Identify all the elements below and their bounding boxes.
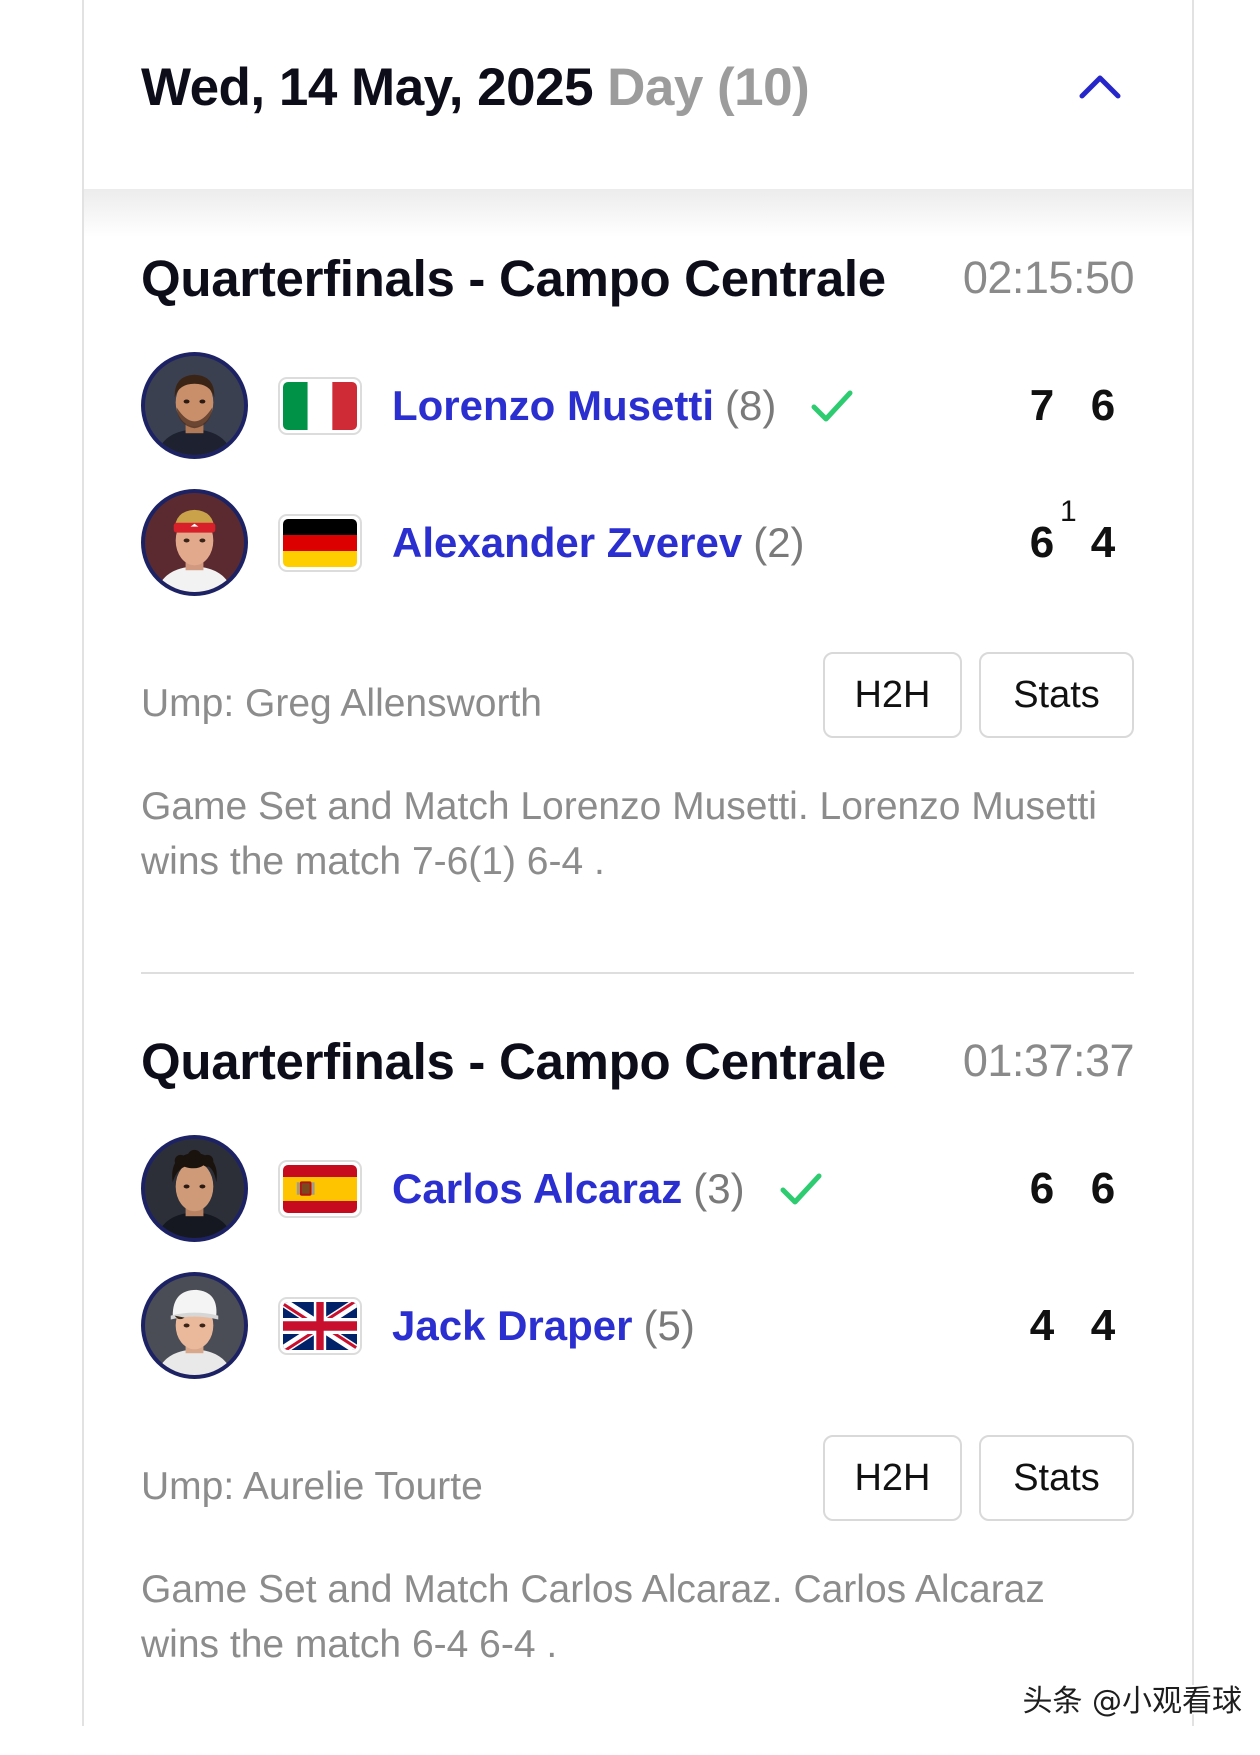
round-court-title: Quarterfinals - Campo Centrale [141,249,886,307]
player-photo [145,1276,244,1375]
player-name-group: Alexander Zverev (2) [392,519,883,567]
match-duration: 01:37:37 [962,1035,1135,1086]
round-court-title: Quarterfinals - Campo Centrale [141,1032,886,1090]
set-score: 7 [1020,352,1064,459]
set-games: 6 [1090,380,1116,430]
set-score: 4 [1081,1272,1125,1379]
player-name-link[interactable]: Alexander Zverev [392,519,742,567]
player-avatar[interactable] [141,352,248,459]
italy-flag-icon [278,376,362,435]
h2h-button[interactable]: H2H [823,1435,962,1521]
match-divider [141,972,1134,974]
player-row: Lorenzo Musetti (8) 7 6 [141,352,1134,459]
collapse-toggle-button[interactable] [1078,72,1122,100]
h2h-button[interactable]: H2H [823,652,962,738]
player-name-link[interactable]: Carlos Alcaraz [392,1165,682,1213]
set-games: 6 [1029,1163,1055,1213]
uk-flag-icon [278,1296,362,1355]
set-games: 4 [1029,1300,1055,1350]
player-seed: (2) [753,518,805,566]
germany-flag-icon [278,513,362,572]
set-score: 6 [1081,1135,1125,1242]
match-title-row: Quarterfinals - Campo Centrale 01:37:37 [141,1031,1135,1091]
player-avatar[interactable] [141,1272,248,1379]
player-photo [145,1139,244,1238]
stats-button[interactable]: Stats [979,652,1134,738]
player-photo [145,356,244,455]
set-games: 6 [1029,517,1055,567]
set-games: 4 [1090,1300,1116,1350]
player-seed: (5) [643,1301,695,1349]
match-summary: Game Set and Match Lorenzo Musetti. Lore… [141,785,1097,883]
player-name-group: Carlos Alcaraz (3) [392,1165,823,1213]
winner-check-icon [779,1170,823,1208]
player-photo [145,493,244,592]
player-row: Carlos Alcaraz (3) 6 6 [141,1135,1134,1242]
set-games: 4 [1090,517,1116,567]
day-header: Wed, 14 May, 2025 Day (10) [141,0,1071,174]
winner-check-icon [810,387,854,425]
schedule-day-card: Wed, 14 May, 2025 Day (10) Quarterfinals… [82,0,1194,1726]
set-score: 6 1 [1020,489,1077,596]
match-duration: 02:15:50 [962,252,1135,303]
set-games: 7 [1029,380,1055,430]
player-seed: (8) [725,381,777,429]
match-card: Quarterfinals - Campo Centrale 01:37:37 [141,1015,1135,1755]
player-avatar[interactable] [141,1135,248,1242]
player-avatar[interactable] [141,489,248,596]
day-date: Wed, 14 May, 2025 [141,57,594,117]
stats-button[interactable]: Stats [979,1435,1134,1521]
tiebreak-score: 1 [1060,495,1077,528]
header-shadow [84,189,1192,237]
spain-flag-icon [278,1159,362,1218]
player-row: Alexander Zverev (2) 6 1 4 [141,489,1134,596]
match-summary: Game Set and Match Carlos Alcaraz. Carlo… [141,1568,1045,1666]
umpire-label: Ump: Aurelie Tourte [141,1465,483,1508]
player-name-link[interactable]: Lorenzo Musetti [392,382,714,430]
set-score: 6 [1020,1135,1064,1242]
chevron-up-icon[interactable] [1078,72,1122,100]
set-score: 4 [1020,1272,1064,1379]
player-row: Jack Draper (5) 4 4 [141,1272,1134,1379]
match-title-row: Quarterfinals - Campo Centrale 02:15:50 [141,248,1135,308]
player-name-group: Jack Draper (5) [392,1302,773,1350]
player-seed: (3) [693,1164,745,1212]
umpire-label: Ump: Greg Allensworth [141,682,542,725]
set-games: 6 [1090,1163,1116,1213]
watermark: 头条 @小观看球 [1022,1684,1242,1719]
set-score: 4 [1081,489,1125,596]
set-score: 6 [1081,352,1125,459]
player-name-group: Lorenzo Musetti (8) [392,382,854,430]
match-card: Quarterfinals - Campo Centrale 02:15:50 [141,232,1135,974]
day-number: Day (10) [607,57,810,117]
player-name-link[interactable]: Jack Draper [392,1302,633,1350]
